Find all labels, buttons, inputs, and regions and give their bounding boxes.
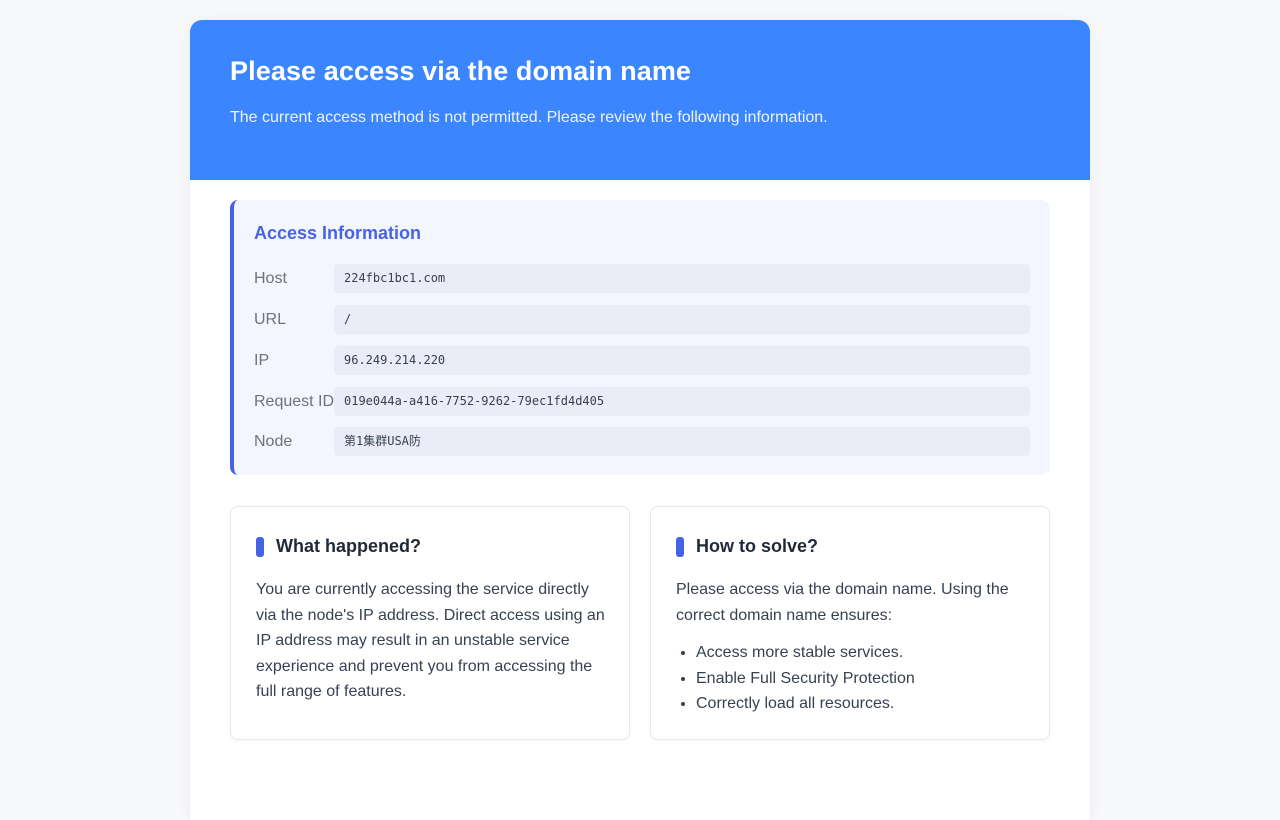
access-info-title: Access Information — [254, 223, 422, 243]
node-label: Node — [254, 433, 293, 450]
what-happened-panel: What happened? You are currently accessi… — [230, 506, 630, 740]
host-value: 224fbc1bc1.com — [334, 264, 1030, 293]
ip-value: 96.249.214.220 — [334, 346, 1030, 375]
url-label: URL — [254, 311, 287, 328]
info-row-ip: IP 96.249.214.220 — [254, 346, 1030, 375]
error-card: Please access via the domain name The cu… — [190, 20, 1090, 820]
solution-item: Enable Full Security Protection — [696, 666, 915, 692]
host-label: Host — [254, 270, 287, 287]
info-row-node: Node 第1集群USA防 — [254, 427, 1030, 456]
zigzag-divider — [190, 160, 1090, 180]
what-happened-text: You are currently accessing the service … — [256, 581, 605, 700]
node-value: 第1集群USA防 — [334, 427, 1030, 456]
info-row-url: URL / — [254, 305, 1030, 334]
header-banner: Please access via the domain name The cu… — [190, 20, 1090, 180]
ip-label: IP — [254, 352, 270, 369]
solution-item: Access more stable services. — [696, 640, 915, 666]
page-title: Please access via the domain name — [230, 56, 692, 86]
solution-list: Access more stable services. Enable Full… — [676, 640, 915, 717]
what-happened-title: What happened? — [276, 536, 421, 556]
how-to-solve-text: Please access via the domain name. Using… — [676, 581, 1009, 624]
solution-item: Correctly load all resources. — [696, 691, 915, 717]
accent-bar — [256, 537, 264, 557]
url-value: / — [334, 305, 1030, 334]
request-id-value: 019e044a-a416-7752-9262-79ec1fd4d405 — [334, 387, 1030, 416]
how-to-solve-title: How to solve? — [696, 536, 819, 556]
info-row-host: Host 224fbc1bc1.com — [254, 264, 1030, 293]
page-subtitle: The current access method is not permitt… — [230, 109, 828, 126]
access-info-box: Access Information Host 224fbc1bc1.com U… — [230, 200, 1050, 475]
accent-bar — [676, 537, 684, 557]
request-id-label: Request ID — [254, 393, 335, 410]
how-to-solve-panel: How to solve? Please access via the doma… — [650, 506, 1050, 740]
info-row-request-id: Request ID 019e044a-a416-7752-9262-79ec1… — [254, 387, 1030, 416]
